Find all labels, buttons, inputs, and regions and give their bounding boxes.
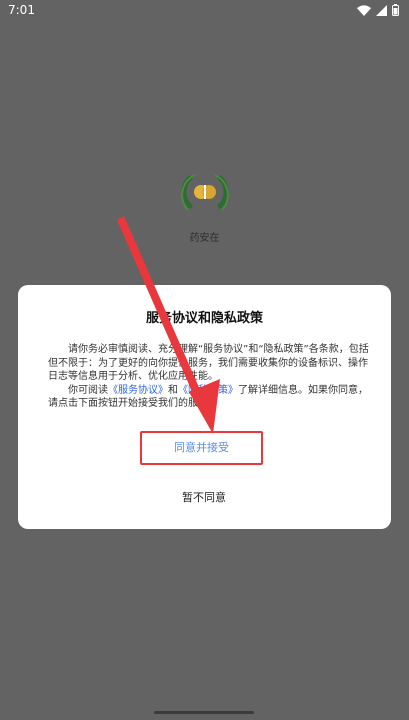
status-bar: 7:01 [0, 0, 409, 20]
accept-button[interactable]: 同意并接受 [140, 431, 263, 465]
dialog-body: 请你务必审慎阅读、充分理解“服务协议”和“隐私政策”各条款，包括但不限于：为了更… [48, 343, 370, 411]
dialog-paragraph-links: 你可阅读《服务协议》和《隐私政策》了解详细信息。如果你同意，请点击下面按钮开始接… [48, 384, 370, 411]
privacy-dialog: 服务协议和隐私政策 请你务必审慎阅读、充分理解“服务协议”和“隐私政策”各条款，… [18, 285, 391, 529]
splash-app-name: 药安在 [189, 233, 220, 244]
service-agreement-link[interactable]: 《服务协议》 [108, 385, 168, 396]
status-icons [357, 4, 399, 16]
privacy-policy-link[interactable]: 《隐私政策》 [178, 385, 238, 396]
paragraph-and: 和 [168, 384, 178, 396]
app-logo-icon [181, 174, 229, 211]
paragraph-prefix: 你可阅读 [68, 384, 108, 396]
dialog-title: 服务协议和隐私政策 [145, 311, 263, 326]
home-indicator[interactable] [154, 711, 254, 714]
status-time: 7:01 [8, 3, 35, 17]
dialog-paragraph-terms: 请你务必审慎阅读、充分理解“服务协议”和“隐私政策”各条款，包括但不限于：为了更… [48, 344, 369, 382]
wifi-icon [357, 4, 371, 16]
decline-button[interactable]: 暂不同意 [154, 485, 254, 511]
battery-icon [392, 4, 399, 16]
signal-icon [376, 4, 387, 16]
navigation-bar [0, 702, 409, 720]
